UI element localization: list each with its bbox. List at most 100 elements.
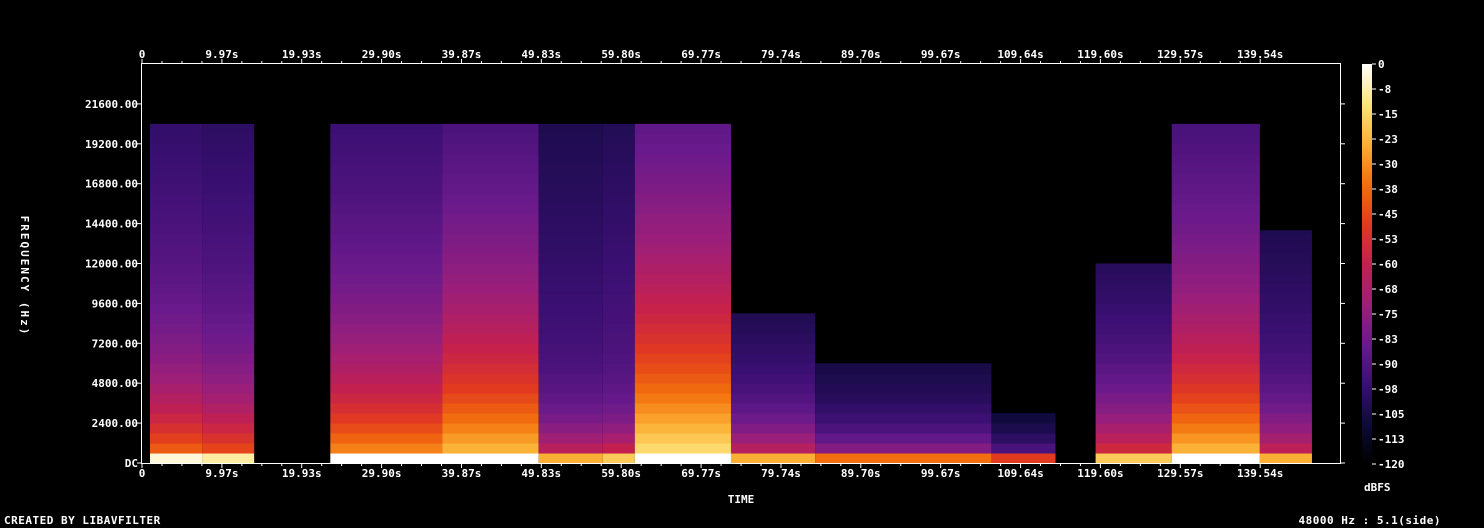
colorbar-tick-label: -120: [1378, 458, 1405, 471]
spectrum-band: [538, 193, 603, 205]
spectrum-band: [150, 373, 203, 384]
spectrum-band: [634, 433, 731, 444]
colorbar-tick-label: -8: [1378, 83, 1391, 96]
spectrum-band: [150, 343, 203, 354]
spectrum-band: [538, 223, 603, 235]
spectrum-band: [1171, 203, 1260, 215]
spectrum-band: [150, 303, 203, 314]
spectrum-band: [1259, 413, 1312, 424]
spectrum-band: [538, 343, 603, 354]
spectrum-band: [634, 233, 731, 245]
spectrum-band: [602, 413, 635, 424]
spectrum-band: [634, 293, 731, 304]
spectrum-band: [150, 213, 203, 225]
spectrum-band: [634, 173, 731, 185]
spectrum-band: [634, 333, 731, 344]
spectrum-band: [602, 243, 635, 255]
spectrum-band: [202, 203, 255, 215]
spectrum-band: [634, 313, 731, 324]
spectrum-band: [330, 373, 443, 384]
spectrum-band: [538, 363, 603, 374]
spectrum-band: [330, 393, 443, 404]
spectrum-band: [442, 203, 539, 215]
spectrum-band: [602, 163, 635, 175]
spectrum-band: [602, 193, 635, 205]
x-axis-bottom: 0 9.97s 19.93s 29.90s 39.87s 49.83s 59.80s 69.7…: [139, 463, 1283, 480]
spectrum-band: [1095, 293, 1172, 304]
spectrum-band: [538, 153, 603, 165]
spectrum-band: [150, 173, 203, 185]
spectrum-band: [442, 223, 539, 235]
spectrum-band: [538, 233, 603, 245]
y-tick-label: 21600.00: [85, 98, 138, 111]
spectrum-band: [1259, 403, 1312, 414]
x-tick-label: 99.67s: [921, 48, 961, 61]
spectrum-band: [634, 123, 731, 135]
spectrum-band: [1171, 223, 1260, 235]
spectrum-band: [442, 283, 539, 294]
spectrum-band: [202, 353, 255, 364]
spectrum-band: [602, 173, 635, 185]
spectrum-band: [602, 403, 635, 414]
spectrum-band: [150, 203, 203, 215]
spectrum-band: [1095, 313, 1172, 324]
spectrum-band: [442, 243, 539, 255]
spectrum-band: [1259, 230, 1312, 235]
spectrum-band: [634, 203, 731, 215]
spectrum-band: [442, 233, 539, 245]
spectrum-band: [202, 313, 255, 324]
spectrum-band: [1259, 273, 1312, 284]
spectrum-band: [1171, 293, 1260, 304]
spectrum-band: [150, 263, 203, 274]
spectrum-band: [330, 443, 443, 454]
spectrum-band: [1259, 303, 1312, 314]
spectrum-band: [330, 363, 443, 374]
x-tick-label: 29.90s: [362, 467, 402, 480]
spectrum-band: [330, 233, 443, 245]
colorbar: [1362, 64, 1372, 464]
spectrum-band: [1171, 453, 1260, 463]
spectrum-band: [602, 373, 635, 384]
spectrum-band: [634, 393, 731, 404]
spectrum-band: [1095, 433, 1172, 444]
spectrum-band: [730, 373, 816, 384]
spectrum-band: [602, 443, 635, 454]
y-tick-label: 19200.00: [85, 138, 138, 151]
spectrum-band: [602, 303, 635, 314]
spectrum-band: [1171, 123, 1260, 135]
spectrum-band: [330, 343, 443, 354]
spectrum-band: [538, 373, 603, 384]
spectrum-band: [634, 403, 731, 414]
spectrum-band: [538, 353, 603, 364]
spectrum-band: [1095, 303, 1172, 314]
spectrum-band: [330, 453, 443, 463]
spectrum-band: [602, 293, 635, 304]
spectrum-band: [150, 143, 203, 155]
colorbar-tick-label: -38: [1378, 183, 1398, 196]
spectrum-band: [538, 293, 603, 304]
spectrum-band: [730, 433, 816, 444]
spectrum-band: [1171, 413, 1260, 424]
spectrum-band: [634, 223, 731, 235]
spectrum-band: [202, 143, 255, 155]
spectrum-band: [602, 263, 635, 274]
spectrum-band: [1171, 343, 1260, 354]
spectrum-band: [442, 293, 539, 304]
spectrum-band: [442, 343, 539, 354]
spectrum-band: [730, 423, 816, 434]
y-tick-label: 9600.00: [92, 297, 138, 310]
spectrum-band: [330, 133, 443, 145]
spectrum-band: [991, 453, 1056, 463]
spectrum-band: [442, 133, 539, 145]
x-tick-label: 119.60s: [1077, 48, 1123, 61]
spectrum-band: [730, 313, 816, 324]
spectrum-band: [330, 273, 443, 284]
spectrum-band: [1259, 373, 1312, 384]
colorbar-tick-label: -105: [1378, 408, 1405, 421]
colorbar-tick-label: -90: [1378, 358, 1398, 371]
spectrum-band: [1259, 233, 1312, 245]
spectrum-band: [330, 193, 443, 205]
spectrum-band: [602, 213, 635, 225]
spectrum-band: [538, 253, 603, 264]
spectrum-band: [1171, 323, 1260, 334]
